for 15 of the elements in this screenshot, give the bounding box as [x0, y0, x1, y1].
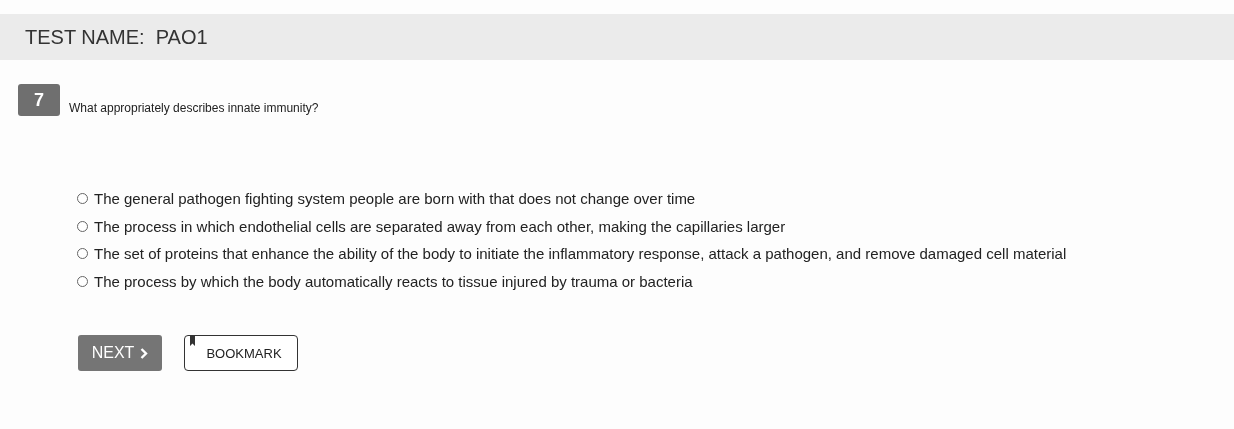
radio-button[interactable]	[77, 275, 88, 287]
radio-button[interactable]	[77, 193, 88, 205]
next-button[interactable]: NEXT	[78, 335, 162, 371]
chevron-icon	[140, 347, 149, 359]
answer-option[interactable]: The process in which endothelial cells are separated away from each other, making the capillaries larger	[77, 212, 1234, 240]
question-text: What appropriately describes innate immunity?	[69, 101, 319, 115]
test-name: TEST NAME: PAO1	[25, 25, 208, 49]
answer-option[interactable]: The process by which the body automatically reacts to tissue injured by trauma or bacteria	[77, 267, 1234, 295]
radio-button[interactable]	[77, 248, 88, 260]
answer-option[interactable]: The set of proteins that enhance the ability of the body to initiate the inflammatory response, attack a pathogen, and remove damaged cell material	[77, 240, 1234, 268]
answer-option[interactable]: The general pathogen fighting system people are born with that does not change over time	[77, 185, 1234, 213]
question-number: 7	[18, 84, 60, 116]
bookmark-icon	[190, 336, 195, 346]
radio-button[interactable]	[77, 220, 88, 232]
bookmark-button[interactable]: BOOKMARK	[184, 335, 298, 371]
